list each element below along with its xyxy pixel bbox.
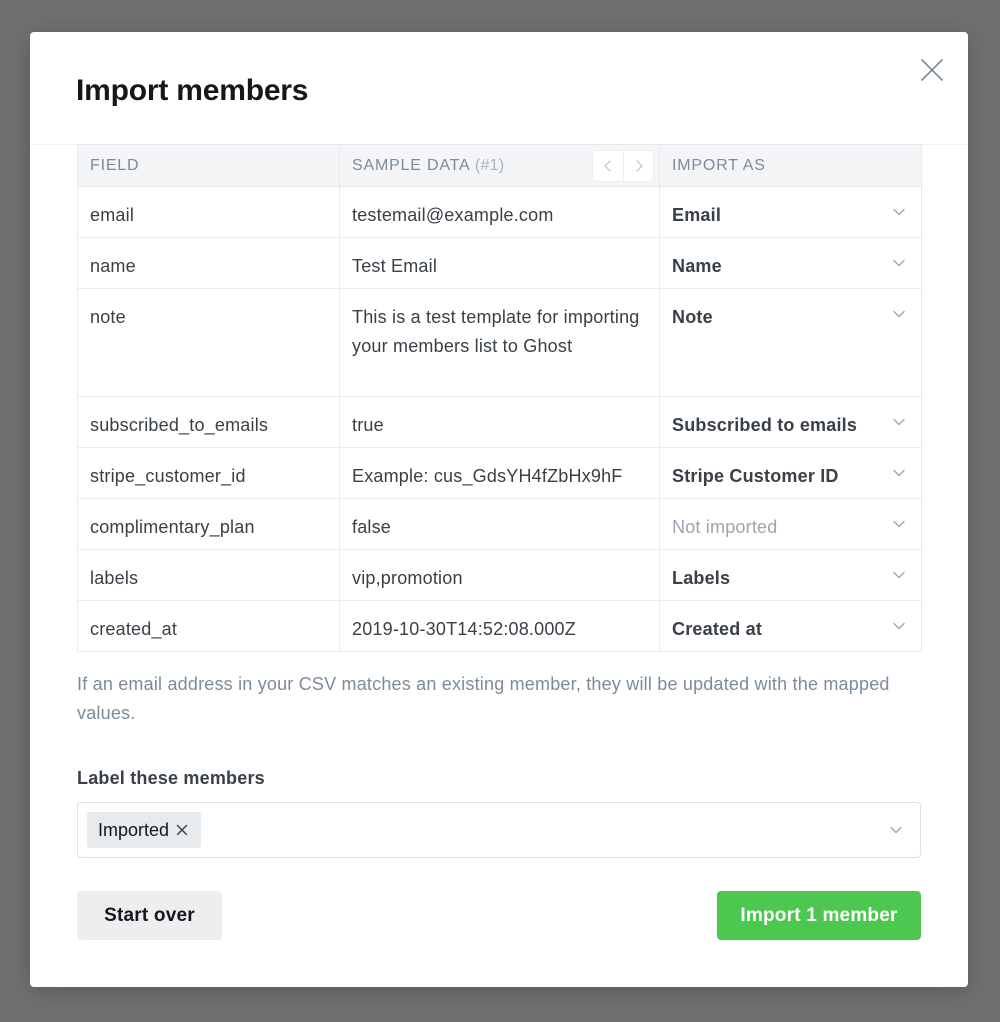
import-as-value: Not imported [672, 517, 778, 537]
import-as-value: Labels [672, 568, 731, 588]
sample-prev-button[interactable] [593, 151, 623, 181]
chevron-down-icon [891, 255, 907, 271]
header-field-label: FIELD [90, 156, 140, 174]
import-as-select[interactable]: Created at [659, 600, 922, 652]
table-row: email testemail@example.com Email [77, 186, 922, 238]
import-as-value: Subscribed to emails [672, 415, 858, 435]
field-mapping-table: FIELD SAMPLE DATA (#1) IMPORT AS email t… [77, 144, 922, 652]
import-as-select[interactable]: Not imported [659, 498, 922, 550]
sample-cell: 2019-10-30T14:52:08.000Z [339, 600, 660, 652]
sample-cell: Test Email [339, 237, 660, 289]
label-token-text: Imported [98, 819, 170, 840]
table-header-row: FIELD SAMPLE DATA (#1) IMPORT AS [77, 144, 922, 187]
field-cell: subscribed_to_emails [77, 396, 340, 448]
chevron-down-icon [891, 204, 907, 220]
import-as-value: Note [672, 307, 713, 327]
modal-title: Import members [76, 74, 309, 107]
close-icon [921, 59, 943, 81]
header-sample-index: (#1) [474, 156, 505, 174]
field-cell: labels [77, 549, 340, 601]
label-members-heading: Label these members [77, 768, 265, 788]
import-as-select[interactable]: Name [659, 237, 922, 289]
import-as-value: Created at [672, 619, 763, 639]
remove-label-button[interactable] [175, 823, 189, 837]
chevron-left-icon [604, 160, 611, 172]
table-row: stripe_customer_id Example: cus_GdsYH4fZ… [77, 447, 922, 499]
import-as-select[interactable]: Stripe Customer ID [659, 447, 922, 499]
chevron-down-icon [891, 414, 907, 430]
import-members-modal: Import members FIELD SAMPLE DATA (#1) IM… [30, 32, 968, 987]
sample-cell: true [339, 396, 660, 448]
sample-cell: Example: cus_GdsYH4fZbHx9hF [339, 447, 660, 499]
start-over-button[interactable]: Start over [77, 891, 222, 940]
import-members-button[interactable]: Import 1 member [717, 891, 921, 940]
header-field: FIELD [77, 144, 340, 187]
field-cell: name [77, 237, 340, 289]
header-import-as: IMPORT AS [659, 144, 922, 187]
remove-x-icon [176, 824, 188, 836]
table-row: name Test Email Name [77, 237, 922, 289]
import-as-select[interactable]: Note [659, 288, 922, 397]
close-button[interactable] [916, 54, 948, 86]
field-cell: complimentary_plan [77, 498, 340, 550]
chevron-down-icon [888, 822, 904, 838]
import-as-value: Stripe Customer ID [672, 466, 839, 486]
header-sample-data: SAMPLE DATA (#1) [339, 144, 660, 187]
table-row: complimentary_plan false Not imported [77, 498, 922, 550]
field-cell: email [77, 186, 340, 238]
chevron-down-icon [891, 465, 907, 481]
sample-cell: testemail@example.com [339, 186, 660, 238]
field-cell: created_at [77, 600, 340, 652]
update-help-text: If an email address in your CSV matches … [77, 674, 890, 723]
import-as-value: Email [672, 205, 722, 225]
sample-pager [593, 151, 653, 181]
chevron-down-icon [891, 516, 907, 532]
label-members-select[interactable]: Imported [77, 802, 921, 858]
field-cell: note [77, 288, 340, 397]
header-import-as-label: IMPORT AS [672, 156, 766, 174]
header-sample-label: SAMPLE DATA [352, 156, 470, 174]
import-as-select[interactable]: Email [659, 186, 922, 238]
import-as-value: Name [672, 256, 722, 276]
table-row: labels vip,promotion Labels [77, 549, 922, 601]
chevron-right-icon [635, 160, 643, 172]
sample-cell: false [339, 498, 660, 550]
import-as-select[interactable]: Labels [659, 549, 922, 601]
table-row: created_at 2019-10-30T14:52:08.000Z Crea… [77, 600, 922, 652]
sample-cell: This is a test template for importing yo… [339, 288, 660, 397]
table-row: subscribed_to_emails true Subscribed to … [77, 396, 922, 448]
table-row: note This is a test template for importi… [77, 288, 922, 397]
sample-cell: vip,promotion [339, 549, 660, 601]
chevron-down-icon [891, 618, 907, 634]
label-token: Imported [87, 812, 202, 848]
chevron-down-icon [891, 567, 907, 583]
import-as-select[interactable]: Subscribed to emails [659, 396, 922, 448]
chevron-down-icon [891, 306, 907, 322]
field-cell: stripe_customer_id [77, 447, 340, 499]
sample-next-button[interactable] [623, 151, 653, 181]
